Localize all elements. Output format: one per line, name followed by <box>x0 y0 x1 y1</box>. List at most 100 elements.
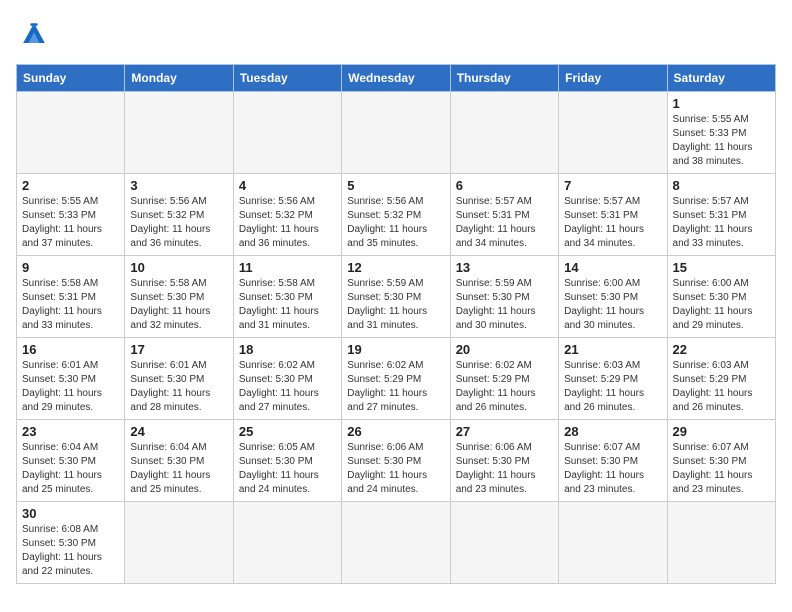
day-number: 3 <box>130 178 227 193</box>
calendar-cell: 22 Sunrise: 6:03 AM Sunset: 5:29 PM Dayli… <box>667 338 775 420</box>
calendar-header-row: SundayMondayTuesdayWednesdayThursdayFrid… <box>17 65 776 92</box>
calendar-header-thursday: Thursday <box>450 65 558 92</box>
day-number: 23 <box>22 424 119 439</box>
day-info: Sunrise: 5:58 AM Sunset: 5:30 PM Dayligh… <box>130 277 227 333</box>
day-info: Sunrise: 5:55 AM Sunset: 5:33 PM Dayligh… <box>22 195 119 251</box>
calendar-cell <box>17 92 125 174</box>
calendar-cell: 9Sunrise: 5:58 AM Sunset: 5:31 PM Daylig… <box>17 256 125 338</box>
day-info: Sunrise: 5:57 AM Sunset: 5:31 PM Dayligh… <box>673 195 770 251</box>
day-number: 8 <box>673 178 770 193</box>
calendar-cell: 1 Sunrise: 5:55 AM Sunset: 5:33 PM Daylig… <box>667 92 775 174</box>
day-number: 24 <box>130 424 227 439</box>
calendar-cell: 10 Sunrise: 5:58 AM Sunset: 5:30 PM Dayli… <box>125 256 233 338</box>
calendar-week-3: 9Sunrise: 5:58 AM Sunset: 5:31 PM Daylig… <box>17 256 776 338</box>
day-number: 18 <box>239 342 336 357</box>
calendar-cell <box>125 502 233 584</box>
calendar-header-tuesday: Tuesday <box>233 65 341 92</box>
day-info: Sunrise: 6:02 AM Sunset: 5:30 PM Dayligh… <box>239 359 336 415</box>
calendar-cell: 6 Sunrise: 5:57 AM Sunset: 5:31 PM Daylig… <box>450 174 558 256</box>
day-info: Sunrise: 6:00 AM Sunset: 5:30 PM Dayligh… <box>564 277 661 333</box>
calendar-cell: 13Sunrise: 5:59 AM Sunset: 5:30 PM Dayli… <box>450 256 558 338</box>
calendar-header-wednesday: Wednesday <box>342 65 450 92</box>
day-info: Sunrise: 6:07 AM Sunset: 5:30 PM Dayligh… <box>564 441 661 497</box>
calendar-cell: 27Sunrise: 6:06 AM Sunset: 5:30 PM Dayli… <box>450 420 558 502</box>
day-info: Sunrise: 5:56 AM Sunset: 5:32 PM Dayligh… <box>347 195 444 251</box>
calendar-week-5: 23 Sunrise: 6:04 AM Sunset: 5:30 PM Dayli… <box>17 420 776 502</box>
day-number: 1 <box>673 96 770 111</box>
day-number: 17 <box>130 342 227 357</box>
page-header <box>16 16 776 52</box>
day-number: 26 <box>347 424 444 439</box>
day-number: 19 <box>347 342 444 357</box>
calendar-cell: 24 Sunrise: 6:04 AM Sunset: 5:30 PM Dayli… <box>125 420 233 502</box>
calendar-header-friday: Friday <box>559 65 667 92</box>
day-info: Sunrise: 5:57 AM Sunset: 5:31 PM Dayligh… <box>456 195 553 251</box>
calendar-header-monday: Monday <box>125 65 233 92</box>
day-info: Sunrise: 6:04 AM Sunset: 5:30 PM Dayligh… <box>22 441 119 497</box>
day-number: 12 <box>347 260 444 275</box>
day-info: Sunrise: 5:59 AM Sunset: 5:30 PM Dayligh… <box>347 277 444 333</box>
calendar-week-6: 30 Sunrise: 6:08 AM Sunset: 5:30 PM Dayli… <box>17 502 776 584</box>
calendar-cell <box>342 502 450 584</box>
calendar-cell: 21 Sunrise: 6:03 AM Sunset: 5:29 PM Dayli… <box>559 338 667 420</box>
day-info: Sunrise: 6:01 AM Sunset: 5:30 PM Dayligh… <box>130 359 227 415</box>
day-number: 7 <box>564 178 661 193</box>
day-info: Sunrise: 6:03 AM Sunset: 5:29 PM Dayligh… <box>564 359 661 415</box>
calendar-cell: 15Sunrise: 6:00 AM Sunset: 5:30 PM Dayli… <box>667 256 775 338</box>
day-info: Sunrise: 6:07 AM Sunset: 5:30 PM Dayligh… <box>673 441 770 497</box>
calendar-cell: 19 Sunrise: 6:02 AM Sunset: 5:29 PM Dayli… <box>342 338 450 420</box>
day-number: 15 <box>673 260 770 275</box>
calendar-cell <box>450 92 558 174</box>
calendar-cell: 7 Sunrise: 5:57 AM Sunset: 5:31 PM Daylig… <box>559 174 667 256</box>
calendar-week-4: 16Sunrise: 6:01 AM Sunset: 5:30 PM Dayli… <box>17 338 776 420</box>
calendar-cell <box>450 502 558 584</box>
day-info: Sunrise: 5:57 AM Sunset: 5:31 PM Dayligh… <box>564 195 661 251</box>
calendar-cell: 5Sunrise: 5:56 AM Sunset: 5:32 PM Daylig… <box>342 174 450 256</box>
day-info: Sunrise: 6:08 AM Sunset: 5:30 PM Dayligh… <box>22 523 119 579</box>
logo <box>16 16 56 52</box>
day-number: 6 <box>456 178 553 193</box>
calendar-cell <box>233 502 341 584</box>
calendar-cell: 25 Sunrise: 6:05 AM Sunset: 5:30 PM Dayli… <box>233 420 341 502</box>
calendar-cell: 28Sunrise: 6:07 AM Sunset: 5:30 PM Dayli… <box>559 420 667 502</box>
day-info: Sunrise: 6:05 AM Sunset: 5:30 PM Dayligh… <box>239 441 336 497</box>
day-info: Sunrise: 6:04 AM Sunset: 5:30 PM Dayligh… <box>130 441 227 497</box>
calendar-cell: 23 Sunrise: 6:04 AM Sunset: 5:30 PM Dayli… <box>17 420 125 502</box>
calendar-week-2: 2 Sunrise: 5:55 AM Sunset: 5:33 PM Daylig… <box>17 174 776 256</box>
day-info: Sunrise: 6:06 AM Sunset: 5:30 PM Dayligh… <box>456 441 553 497</box>
day-number: 22 <box>673 342 770 357</box>
calendar-cell: 17 Sunrise: 6:01 AM Sunset: 5:30 PM Dayli… <box>125 338 233 420</box>
day-info: Sunrise: 5:56 AM Sunset: 5:32 PM Dayligh… <box>130 195 227 251</box>
calendar-cell: 8 Sunrise: 5:57 AM Sunset: 5:31 PM Daylig… <box>667 174 775 256</box>
calendar-header-saturday: Saturday <box>667 65 775 92</box>
day-info: Sunrise: 6:02 AM Sunset: 5:29 PM Dayligh… <box>347 359 444 415</box>
day-info: Sunrise: 6:03 AM Sunset: 5:29 PM Dayligh… <box>673 359 770 415</box>
day-info: Sunrise: 5:59 AM Sunset: 5:30 PM Dayligh… <box>456 277 553 333</box>
calendar-header-sunday: Sunday <box>17 65 125 92</box>
day-info: Sunrise: 6:01 AM Sunset: 5:30 PM Dayligh… <box>22 359 119 415</box>
calendar-cell: 14Sunrise: 6:00 AM Sunset: 5:30 PM Dayli… <box>559 256 667 338</box>
day-info: Sunrise: 5:58 AM Sunset: 5:30 PM Dayligh… <box>239 277 336 333</box>
calendar-cell: 16Sunrise: 6:01 AM Sunset: 5:30 PM Dayli… <box>17 338 125 420</box>
day-info: Sunrise: 5:55 AM Sunset: 5:33 PM Dayligh… <box>673 113 770 169</box>
day-number: 30 <box>22 506 119 521</box>
calendar-cell <box>667 502 775 584</box>
calendar-cell: 4Sunrise: 5:56 AM Sunset: 5:32 PM Daylig… <box>233 174 341 256</box>
day-number: 21 <box>564 342 661 357</box>
calendar-cell <box>559 92 667 174</box>
day-number: 11 <box>239 260 336 275</box>
calendar-cell: 12 Sunrise: 5:59 AM Sunset: 5:30 PM Dayli… <box>342 256 450 338</box>
day-number: 10 <box>130 260 227 275</box>
day-number: 25 <box>239 424 336 439</box>
calendar-cell: 30 Sunrise: 6:08 AM Sunset: 5:30 PM Dayli… <box>17 502 125 584</box>
calendar-cell: 2 Sunrise: 5:55 AM Sunset: 5:33 PM Daylig… <box>17 174 125 256</box>
calendar-cell: 26Sunrise: 6:06 AM Sunset: 5:30 PM Dayli… <box>342 420 450 502</box>
logo-icon <box>16 16 52 52</box>
day-info: Sunrise: 5:58 AM Sunset: 5:31 PM Dayligh… <box>22 277 119 333</box>
calendar-cell <box>559 502 667 584</box>
calendar-cell <box>125 92 233 174</box>
day-number: 20 <box>456 342 553 357</box>
calendar-cell <box>342 92 450 174</box>
calendar-cell: 11 Sunrise: 5:58 AM Sunset: 5:30 PM Dayli… <box>233 256 341 338</box>
day-number: 2 <box>22 178 119 193</box>
